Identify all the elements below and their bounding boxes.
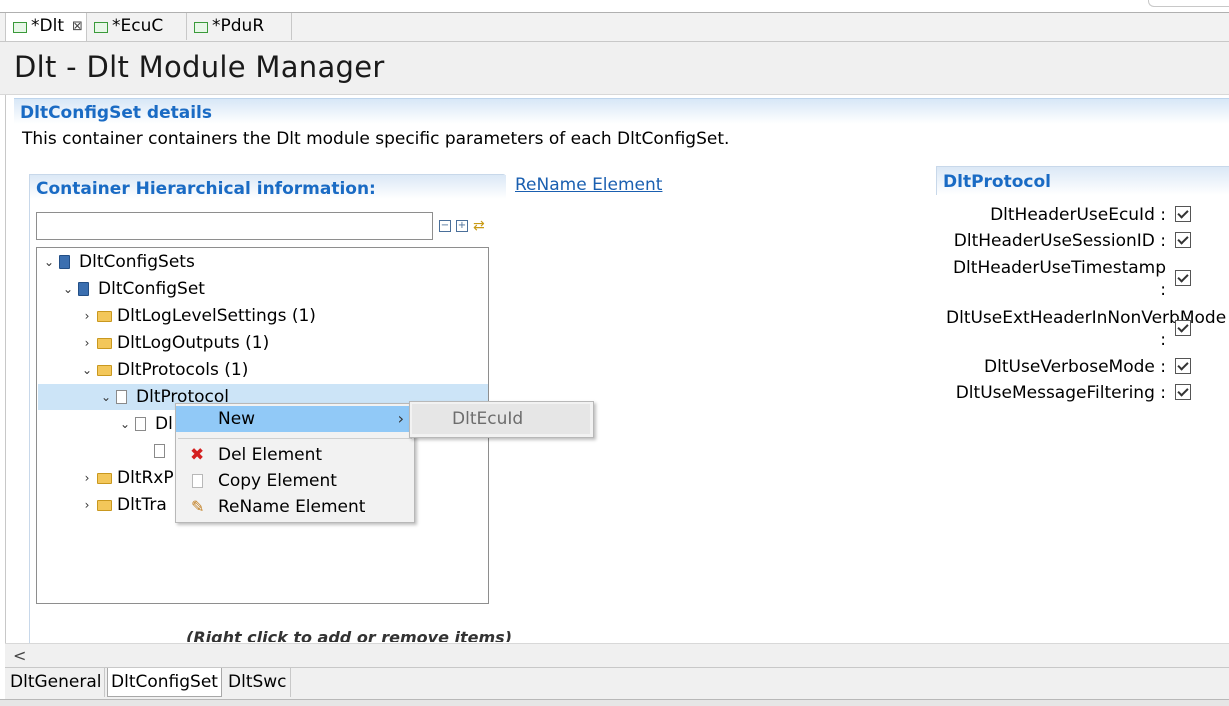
folder-icon: [97, 500, 112, 511]
editor-tab-pdur[interactable]: *PduR: [187, 13, 292, 40]
page-tab-bar: DltGeneral DltConfigSet DltSwc: [5, 667, 1229, 699]
field-label: DltHeaderUseEcuId :: [990, 205, 1166, 225]
dltuseextheaderinnonverbmode-checkbox[interactable]: [1175, 320, 1191, 336]
editor-tab-dlt[interactable]: *Dlt ⊠: [5, 13, 87, 41]
folder-icon: [97, 311, 112, 322]
editor-tab-label: *PduR: [212, 16, 265, 36]
section-description: This container containers the Dlt module…: [22, 129, 730, 149]
context-menu: New › ✖ Del Element Copy Element ✎ ReNam…: [175, 403, 415, 523]
tab-dltswc[interactable]: DltSwc: [225, 668, 291, 697]
expand-toggle-icon[interactable]: ›: [80, 303, 94, 329]
expand-toggle-icon[interactable]: ⌄: [99, 384, 113, 410]
document-icon: [135, 417, 146, 431]
dltuseverbosemode-checkbox[interactable]: [1175, 358, 1191, 374]
menu-separator: [178, 438, 412, 439]
submenu-item-dltecuid[interactable]: DltEcuId: [412, 404, 590, 434]
submenu-item-label: DltEcuId: [452, 409, 524, 429]
properties-header: DltProtocol: [936, 166, 1229, 195]
tree-node-label: DltConfigSets: [79, 252, 195, 272]
menu-item-new[interactable]: New ›: [176, 406, 414, 432]
expand-toggle-icon[interactable]: ⌄: [80, 357, 94, 383]
hierarchy-title: Container Hierarchical information:: [36, 179, 376, 199]
tree-node-label: DltRxP: [117, 468, 174, 488]
tree-node-label: DltProtocols (1): [117, 360, 249, 380]
expand-toggle-icon[interactable]: ›: [80, 465, 94, 491]
section-header: DltConfigSet details: [14, 98, 1229, 124]
toolbar-corner: [1148, 0, 1229, 7]
editor-tab-bar: *Dlt ⊠ *EcuC *PduR: [0, 13, 1229, 42]
menu-item-copy-element[interactable]: Copy Element: [176, 468, 414, 494]
expand-toggle-icon[interactable]: ⌄: [118, 411, 132, 437]
editor-tab-ecuc[interactable]: *EcuC: [87, 13, 187, 40]
expand-toggle-icon[interactable]: ›: [80, 330, 94, 356]
dltusemessagefiltering-checkbox[interactable]: [1175, 384, 1191, 400]
horizontal-scrollbar[interactable]: <: [5, 643, 1229, 668]
book-icon: [59, 255, 70, 269]
delete-icon: ✖: [190, 445, 205, 465]
field-label: DltUseVerboseMode :: [984, 357, 1166, 377]
field-label: DltUseMessageFiltering :: [955, 383, 1166, 403]
dltheaderusesessionid-checkbox[interactable]: [1175, 232, 1191, 248]
menu-item-del-element[interactable]: ✖ Del Element: [176, 442, 414, 468]
expand-toggle-icon[interactable]: ⌄: [42, 249, 56, 275]
menu-item-label: New: [218, 409, 256, 429]
window-top-edge: [0, 0, 1229, 13]
folder-icon: [97, 473, 112, 484]
menu-item-label: ReName Element: [218, 497, 366, 517]
dltheaderusetimestamp-checkbox[interactable]: [1175, 270, 1191, 286]
copy-icon: [192, 474, 203, 488]
folder-icon: [97, 365, 112, 376]
properties-title: DltProtocol: [943, 172, 1051, 192]
rename-element-link[interactable]: ReName Element: [515, 175, 662, 195]
book-icon: [78, 282, 89, 296]
field-label: DltHeaderUseTimestamp :: [952, 258, 1166, 300]
module-icon: [94, 22, 108, 33]
tree-filter-input[interactable]: [36, 212, 433, 240]
pencil-icon: ✎: [191, 497, 205, 516]
menu-item-rename-element[interactable]: ✎ ReName Element: [176, 494, 414, 520]
tab-dltconfigset[interactable]: DltConfigSet: [107, 668, 222, 697]
tree-node-label: DltLogLevelSettings (1): [117, 306, 316, 326]
tree-node-label: DltConfigSet: [98, 279, 205, 299]
hierarchy-header: Container Hierarchical information:: [30, 175, 506, 199]
dltheaderuseecuid-checkbox[interactable]: [1175, 206, 1191, 222]
tab-dltgeneral[interactable]: DltGeneral: [7, 668, 106, 697]
collapse-all-icon[interactable]: −: [439, 220, 451, 232]
section-title: DltConfigSet details: [20, 103, 212, 123]
document-icon: [154, 444, 165, 458]
menu-item-label: Del Element: [218, 445, 323, 465]
module-icon: [194, 22, 208, 33]
helper-text: (Right click to add or remove items): [186, 628, 513, 642]
editor-tab-label: *EcuC: [112, 16, 164, 36]
menu-item-label: Copy Element: [218, 471, 337, 491]
new-submenu: DltEcuId: [409, 401, 594, 438]
editor-tab-label: *Dlt: [31, 16, 64, 36]
field-label: DltUseExtHeaderInNonVerbMode :: [946, 308, 1227, 350]
tree-node-label: Dl: [155, 414, 173, 434]
title-area: Dlt - Dlt Module Manager: [0, 42, 1229, 95]
expand-toggle-icon[interactable]: ⌄: [61, 276, 75, 302]
expand-all-icon[interactable]: +: [456, 220, 468, 232]
tree-node-label: DltTra: [117, 495, 167, 515]
page-title: Dlt - Dlt Module Manager: [14, 50, 385, 84]
tree-node-label: DltLogOutputs (1): [117, 333, 270, 353]
field-label: DltHeaderUseSessionID :: [953, 231, 1166, 251]
scroll-left-icon[interactable]: <: [13, 646, 26, 665]
close-icon[interactable]: ⊠: [72, 13, 83, 40]
folder-icon: [97, 338, 112, 349]
sync-icon[interactable]: ⇄: [473, 218, 485, 234]
document-icon: [116, 390, 127, 404]
expand-toggle-icon[interactable]: ›: [80, 492, 94, 518]
module-icon: [13, 22, 27, 33]
chevron-right-icon: ›: [397, 409, 404, 428]
